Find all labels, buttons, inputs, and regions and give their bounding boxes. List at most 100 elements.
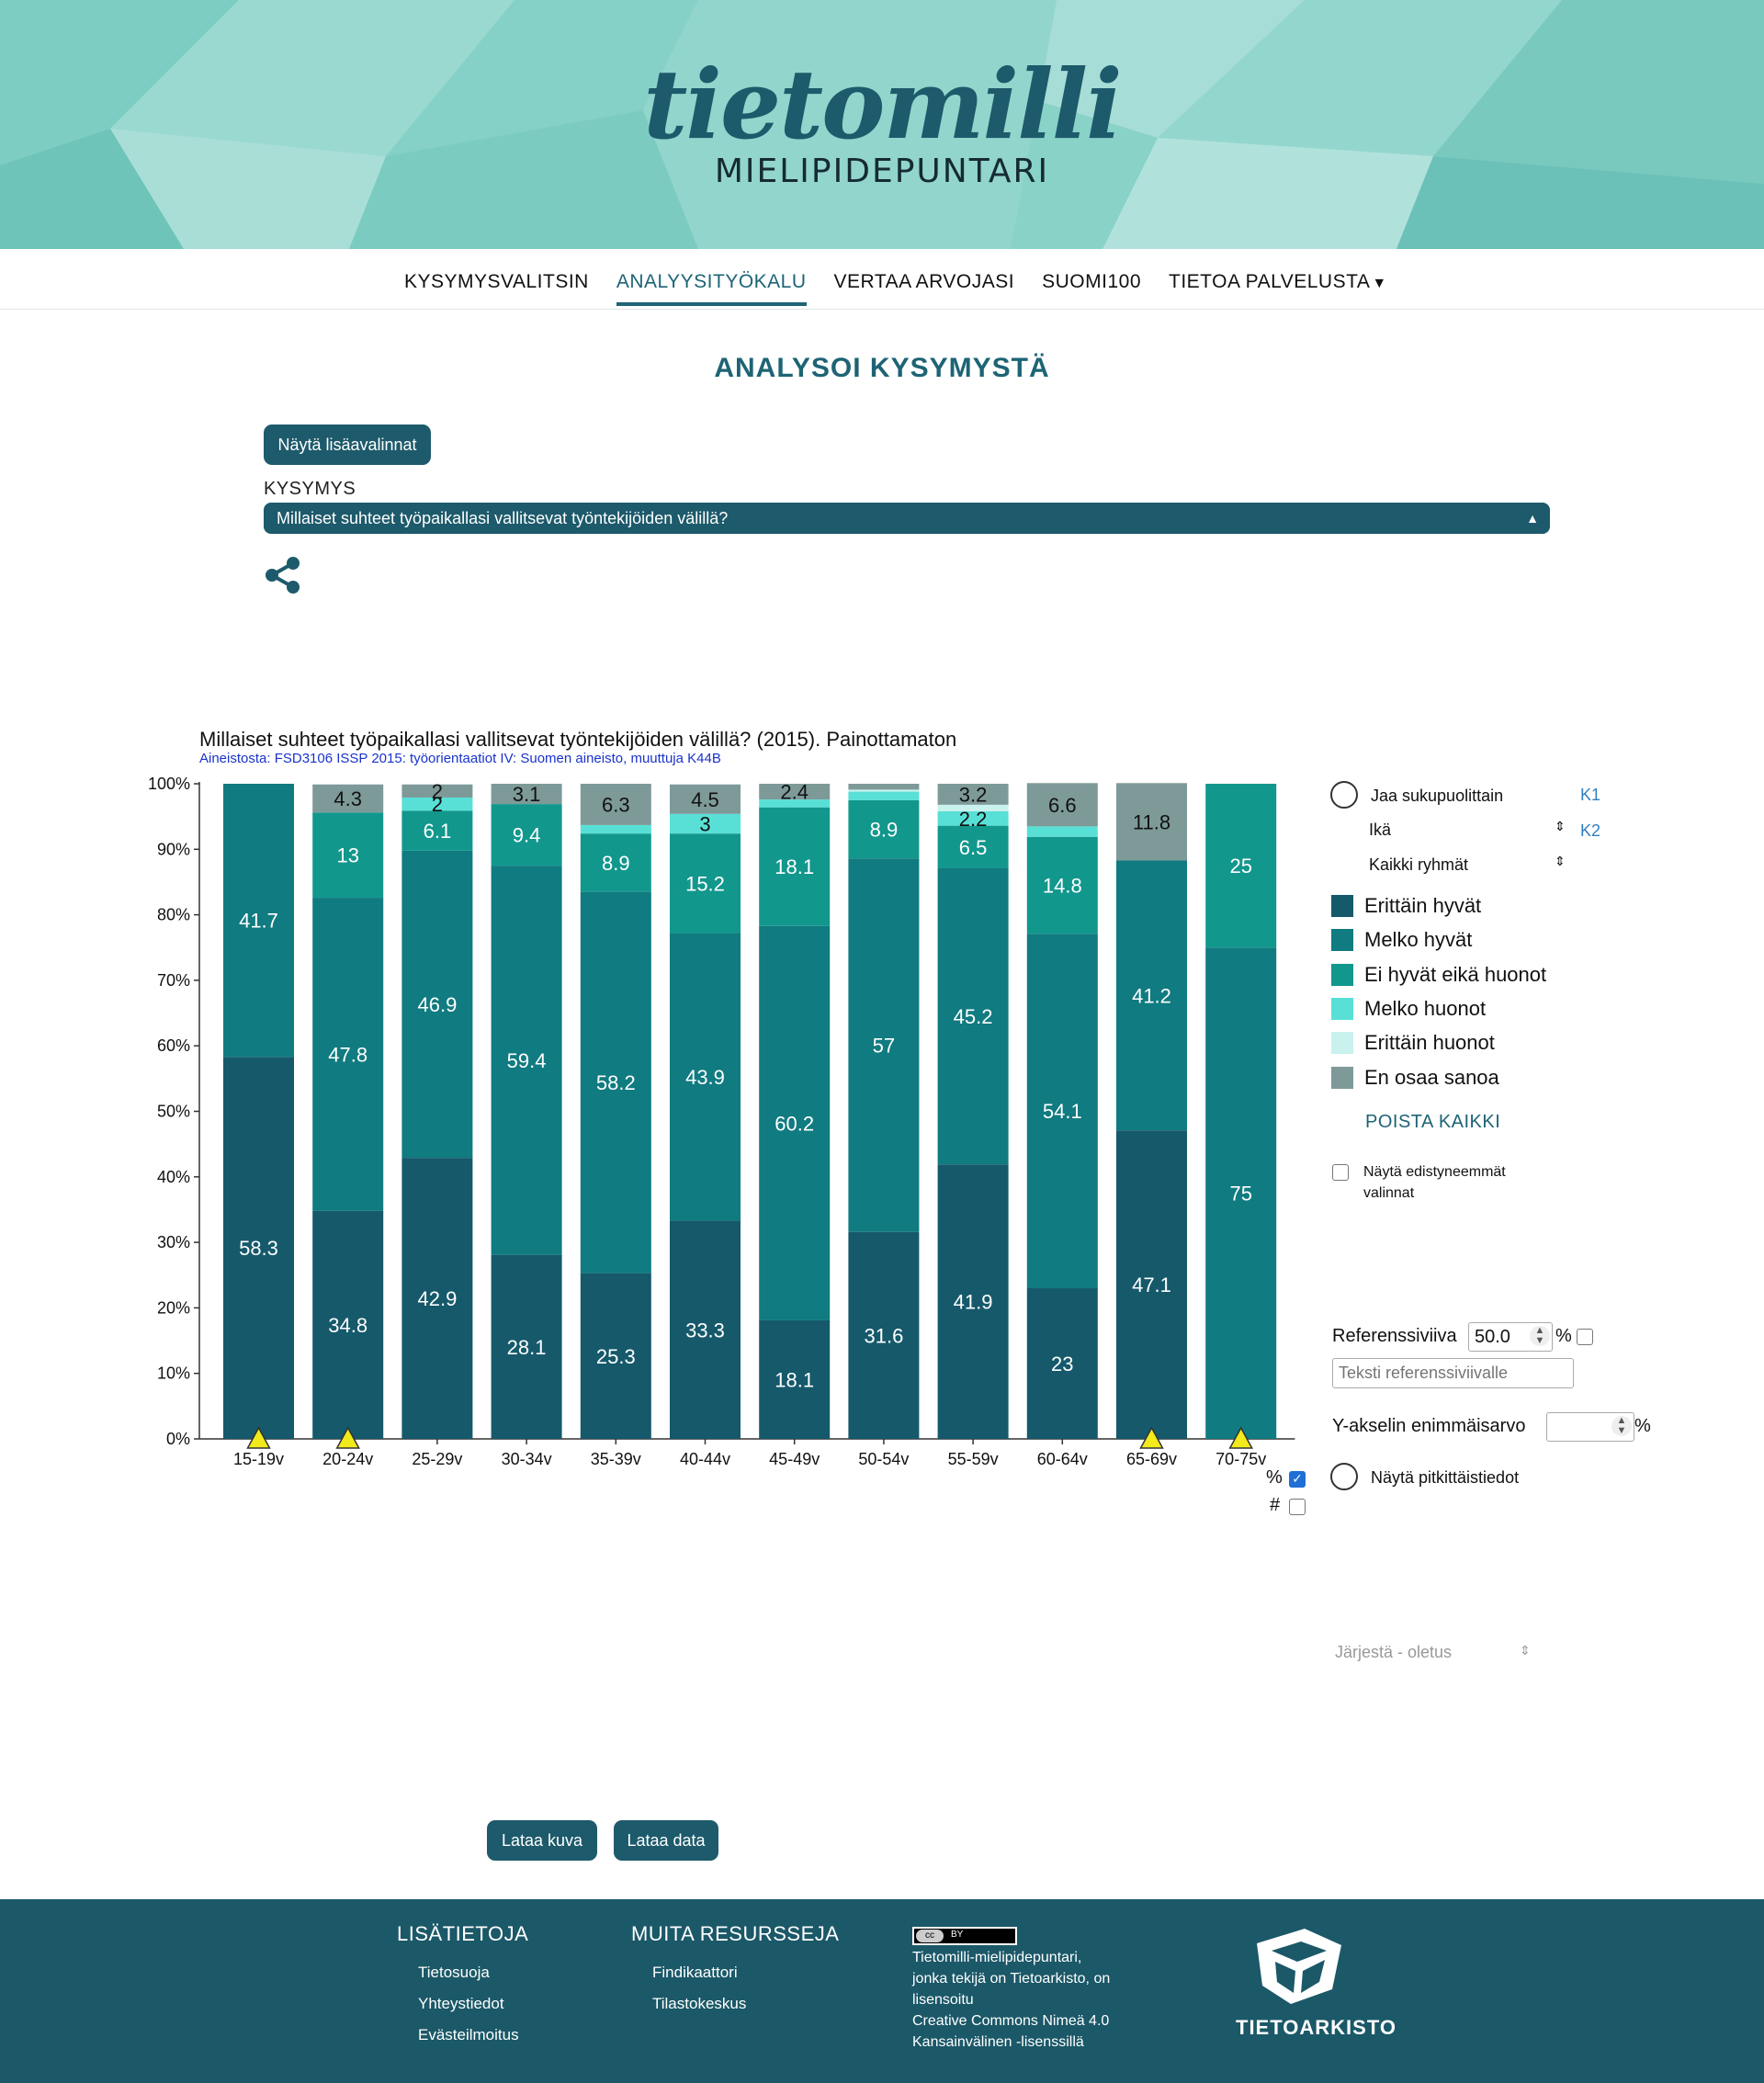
x-tick-label: 50-54v: [858, 1450, 909, 1468]
split-gender-radio[interactable]: [1330, 781, 1358, 809]
legend-swatch[interactable]: [1331, 895, 1353, 917]
license-text: Tietomilli-mielipidepuntari, jonka tekij…: [912, 1947, 1151, 2053]
data-label: 25.3: [596, 1345, 636, 1368]
nav-item-vertaa-arvojasi[interactable]: VERTAA ARVOJASI: [834, 267, 1015, 306]
legend-label[interactable]: En osaa sanoa: [1364, 1066, 1499, 1090]
nav-item-kysymysvalitsin[interactable]: KYSYMYSVALITSIN: [404, 267, 589, 306]
y-tick-label: 70%: [157, 971, 190, 990]
data-label: 28.1: [507, 1336, 547, 1359]
legend-label[interactable]: Erittäin huonot: [1364, 1031, 1495, 1055]
logo-script: tietomilli: [643, 48, 1122, 161]
legend-swatch[interactable]: [1331, 1032, 1353, 1055]
count-checkbox[interactable]: [1289, 1499, 1306, 1515]
y-tick-label: 30%: [157, 1233, 190, 1251]
reference-text-input[interactable]: [1332, 1358, 1574, 1388]
data-label: 75: [1229, 1183, 1251, 1206]
x-tick-label: 30-34v: [502, 1450, 552, 1468]
question-select[interactable]: Millaiset suhteet työpaikallasi vallitse…: [264, 503, 1550, 534]
advanced-options-checkbox[interactable]: [1332, 1164, 1349, 1181]
x-tick-label: 70-75v: [1216, 1450, 1266, 1468]
data-label: 60.2: [775, 1112, 814, 1135]
data-label: 47.8: [328, 1043, 368, 1066]
question-label: KYSYMYS: [264, 479, 356, 499]
footer-col1-title: LISÄTIETOJA: [397, 1922, 529, 1945]
cc-badge-by: BY: [951, 1930, 964, 1940]
x-tick-label: 35-39v: [591, 1450, 641, 1468]
nav-item-tietoa-palvelusta[interactable]: TIETOA PALVELUSTA ▼: [1169, 267, 1387, 306]
age-select[interactable]: Ikä: [1369, 821, 1391, 840]
spinner-icon[interactable]: ▲ ▼: [1530, 1326, 1550, 1346]
data-label: 4.5: [691, 788, 719, 811]
data-label: 33.3: [685, 1319, 725, 1341]
reference-line-checkbox[interactable]: [1577, 1329, 1593, 1345]
footer-link-evasteilmoitus[interactable]: Evästeilmoitus: [418, 2026, 519, 2044]
main-nav: KYSYMYSVALITSIN ANALYYSITYÖKALU VERTAA A…: [0, 249, 1764, 310]
data-label: 41.2: [1132, 984, 1171, 1007]
bar-segment: [848, 784, 920, 790]
data-label: 9.4: [513, 824, 541, 847]
data-label: 3.2: [959, 783, 988, 806]
data-label: 58.3: [239, 1237, 278, 1260]
tietoarkisto-logo-icon[interactable]: [1250, 1925, 1346, 2008]
legend-swatch[interactable]: [1331, 997, 1353, 1020]
x-tick-label: 65-69v: [1126, 1450, 1177, 1468]
data-label: 6.6: [1048, 794, 1077, 817]
legend-label[interactable]: Melko hyvät: [1364, 928, 1472, 952]
footer-link-tilastokeskus[interactable]: Tilastokeskus: [652, 1995, 746, 2013]
legend-swatch[interactable]: [1331, 963, 1353, 986]
data-label: 25: [1229, 855, 1251, 877]
data-label: 2: [432, 780, 443, 803]
tietoarkisto-brand: TIETOARKISTO: [1236, 2016, 1396, 2039]
percent-checkbox[interactable]: ✓: [1289, 1471, 1306, 1488]
nav-item-analyysityokalu[interactable]: ANALYYSITYÖKALU: [616, 267, 807, 306]
legend-swatch[interactable]: [1331, 1066, 1353, 1089]
y-tick-label: 0%: [166, 1430, 190, 1448]
y-tick-label: 80%: [157, 906, 190, 924]
footer-link-yhteystiedot[interactable]: Yhteystiedot: [418, 1995, 504, 2013]
download-data-button[interactable]: Lataa data: [614, 1820, 718, 1861]
footer-col2-title: MUITA RESURSSEJA: [631, 1922, 840, 1945]
chart-title: Millaiset suhteet työpaikallasi vallitse…: [199, 728, 957, 751]
sort-select[interactable]: Järjestä - oletus: [1335, 1643, 1452, 1662]
legend-label[interactable]: Erittäin hyvät: [1364, 894, 1481, 918]
x-tick-label: 15-19v: [233, 1450, 284, 1468]
more-options-button[interactable]: Näytä lisäavalinnat: [264, 425, 431, 465]
x-tick-label: 55-59v: [948, 1450, 999, 1468]
data-label: 23: [1051, 1353, 1073, 1375]
reference-value: 50.0: [1475, 1327, 1510, 1347]
data-label: 58.2: [596, 1071, 636, 1094]
bar-segment: [580, 824, 651, 834]
data-label: 6.3: [602, 793, 630, 816]
ymax-input[interactable]: ▲ ▼: [1546, 1412, 1634, 1442]
legend-label[interactable]: Melko huonot: [1364, 997, 1486, 1021]
share-icon[interactable]: [262, 554, 304, 596]
license-line: Creative Commons Nimeä 4.0: [912, 2013, 1110, 2029]
all-groups-select[interactable]: Kaikki ryhmät: [1369, 855, 1468, 875]
nav-item-suomi100[interactable]: SUOMI100: [1042, 267, 1141, 306]
k1-link[interactable]: K1: [1580, 786, 1600, 805]
footer-link-findikaattori[interactable]: Findikaattori: [652, 1964, 738, 1982]
ymax-label: Y-akselin enimmäisarvo: [1332, 1416, 1526, 1436]
remove-all-button[interactable]: POISTA KAIKKI: [1365, 1112, 1500, 1133]
k2-link[interactable]: K2: [1580, 821, 1600, 841]
data-label: 8.9: [870, 819, 899, 842]
data-label: 43.9: [685, 1066, 725, 1089]
legend-swatch[interactable]: [1331, 929, 1353, 952]
split-gender-label: Jaa sukupuolittain: [1371, 787, 1504, 805]
spinner-icon[interactable]: ▲ ▼: [1611, 1416, 1632, 1436]
data-label: 11.8: [1133, 810, 1170, 833]
cc-license-badge[interactable]: cc BY: [912, 1927, 1017, 1945]
data-label: 6.5: [959, 836, 988, 859]
longitudinal-radio[interactable]: [1330, 1463, 1358, 1490]
footer-link-tietosuoja[interactable]: Tietosuoja: [418, 1964, 490, 1982]
chart-source: Aineistosta: FSD3106 ISSP 2015: työorien…: [199, 751, 721, 766]
download-image-button[interactable]: Lataa kuva: [487, 1820, 597, 1861]
stacked-bar-chart: 0% 10% 20% 30% 40% 50% 60% 70% 80% 90% 100% 58.3 41.…: [148, 775, 1295, 1468]
advanced-options-label: Näytä edistyneemmät valinnat: [1363, 1164, 1506, 1201]
data-label: 18.1: [775, 855, 814, 878]
y-tick-label: 10%: [157, 1364, 190, 1383]
reference-value-input[interactable]: 50.0 ▲ ▼: [1468, 1322, 1553, 1352]
count-toggle-label: #: [1270, 1495, 1281, 1515]
reference-line-label: Referenssiviiva: [1332, 1326, 1457, 1346]
legend-label[interactable]: Ei hyvät eikä huonot: [1364, 963, 1546, 987]
